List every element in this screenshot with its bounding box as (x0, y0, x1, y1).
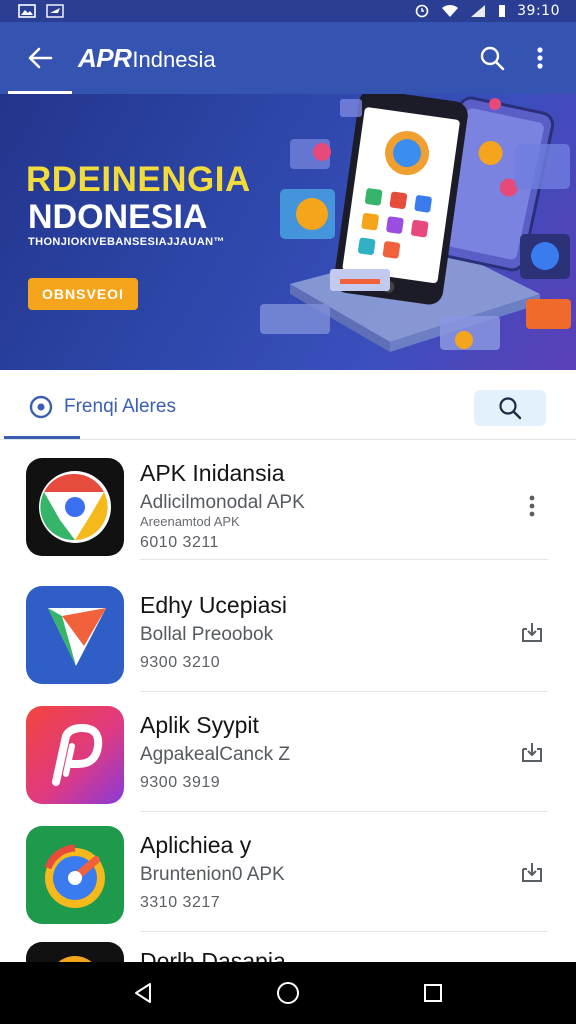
item-more-button[interactable] (518, 492, 546, 520)
nav-home-button[interactable] (261, 966, 315, 1020)
app-logo-icon (58, 956, 92, 962)
app-subtitle: Bollal Preoobok (140, 624, 274, 645)
brand-rest: Indnesia (132, 46, 216, 72)
gallery-icon (18, 4, 36, 18)
app-list: APK Inidansia Adlicilmonodal APK Areenam… (0, 440, 576, 962)
search-icon (499, 397, 522, 420)
nav-recents-button[interactable] (406, 966, 460, 1020)
app-meta: 6010 3211 (140, 534, 219, 551)
app-meta: 9300 3210 (140, 654, 221, 671)
more-vertical-icon (537, 47, 543, 69)
promo-banner[interactable]: RDEINENGIA NDONESIA THONJIOKIVEBANSESIAJ… (0, 94, 576, 370)
app-icon (26, 942, 124, 962)
app-icon (26, 826, 124, 924)
nav-back-button[interactable] (116, 966, 170, 1020)
banner-title-line2: NDONESIA (28, 198, 208, 236)
play-arrow-icon (48, 608, 106, 666)
alarm-icon (415, 4, 429, 18)
list-item[interactable]: Dorlh Dasapia (0, 932, 576, 962)
search-icon (480, 46, 505, 71)
app-subtitle-secondary: Areenamtod APK (140, 514, 240, 529)
search-button[interactable] (474, 390, 546, 426)
item-download-button[interactable] (518, 858, 546, 886)
app-name: Edhy Ucepiasi (140, 592, 288, 618)
app-subtitle: Adlicilmonodal APK (140, 492, 305, 513)
filter-label: Frenqi Aleres (64, 396, 176, 417)
status-bar: 39:10 (0, 0, 576, 22)
app-name: Aplichiea y (140, 832, 252, 858)
list-item[interactable]: APK Inidansia Adlicilmonodal APK Areenam… (0, 440, 576, 560)
app-icon (26, 706, 124, 804)
search-button[interactable] (468, 34, 516, 82)
app-icon (26, 586, 124, 684)
banner-tagline: THONJIOKIVEBANSESIAJJAUAN™ (28, 236, 225, 248)
chrome-icon (39, 471, 111, 543)
list-item[interactable]: Aplichiea y Bruntenion0 APK 3310 3217 (0, 812, 576, 932)
app-name: Dorlh Dasapia (140, 948, 286, 962)
list-divider (140, 559, 548, 560)
filter-search-row: Frenqi Aleres (0, 370, 576, 440)
download-icon (522, 623, 542, 642)
app-subtitle: Bruntenion0 APK (140, 864, 285, 885)
airplane-icon (46, 4, 64, 18)
status-time: 39:10 (517, 3, 560, 19)
app-name: APK Inidansia (140, 460, 285, 486)
app-name: Aplik Syypit (140, 712, 259, 738)
status-left (18, 4, 64, 18)
filter-tab[interactable]: Frenqi Aleres (26, 392, 176, 422)
nav-back-icon (134, 983, 151, 1003)
filter-tab-indicator (4, 436, 80, 439)
speedometer-icon (44, 844, 105, 908)
app-brand: APR Indnesia (78, 43, 216, 74)
download-icon (522, 743, 542, 762)
app-bar: APR Indnesia (0, 22, 576, 94)
download-icon (522, 863, 542, 882)
back-button[interactable] (18, 36, 62, 80)
banner-title-line1: RDEINENGIA (26, 160, 251, 199)
app-subtitle: AgpakealCanck Z (140, 744, 290, 765)
app-bar-actions (468, 34, 564, 82)
status-right: 39:10 (413, 3, 560, 19)
signal-icon (471, 5, 486, 17)
wifi-icon (442, 4, 459, 17)
p-logo-icon (52, 723, 103, 786)
battery-icon (499, 5, 506, 17)
app-meta: 3310 3217 (140, 894, 221, 911)
list-item[interactable]: Edhy Ucepiasi Bollal Preoobok 9300 3210 (0, 572, 576, 692)
app-icon (26, 458, 124, 556)
nav-recents-icon (424, 984, 443, 1002)
item-download-button[interactable] (518, 618, 546, 646)
brand-strong: APR (78, 42, 132, 73)
settings-icon (29, 395, 53, 419)
list-item[interactable]: Aplik Syypit AgpakealCanck Z 9300 3919 (0, 692, 576, 812)
banner-illustration (260, 94, 571, 352)
more-vertical-icon (529, 495, 535, 517)
app-meta: 9300 3919 (140, 774, 221, 791)
banner-cta-button[interactable]: OBNSVEOI (28, 278, 138, 310)
nav-home-icon (276, 982, 299, 1004)
item-download-button[interactable] (518, 738, 546, 766)
system-nav-bar (0, 962, 576, 1024)
more-options-button[interactable] (516, 34, 564, 82)
arrow-left-icon (28, 47, 53, 69)
